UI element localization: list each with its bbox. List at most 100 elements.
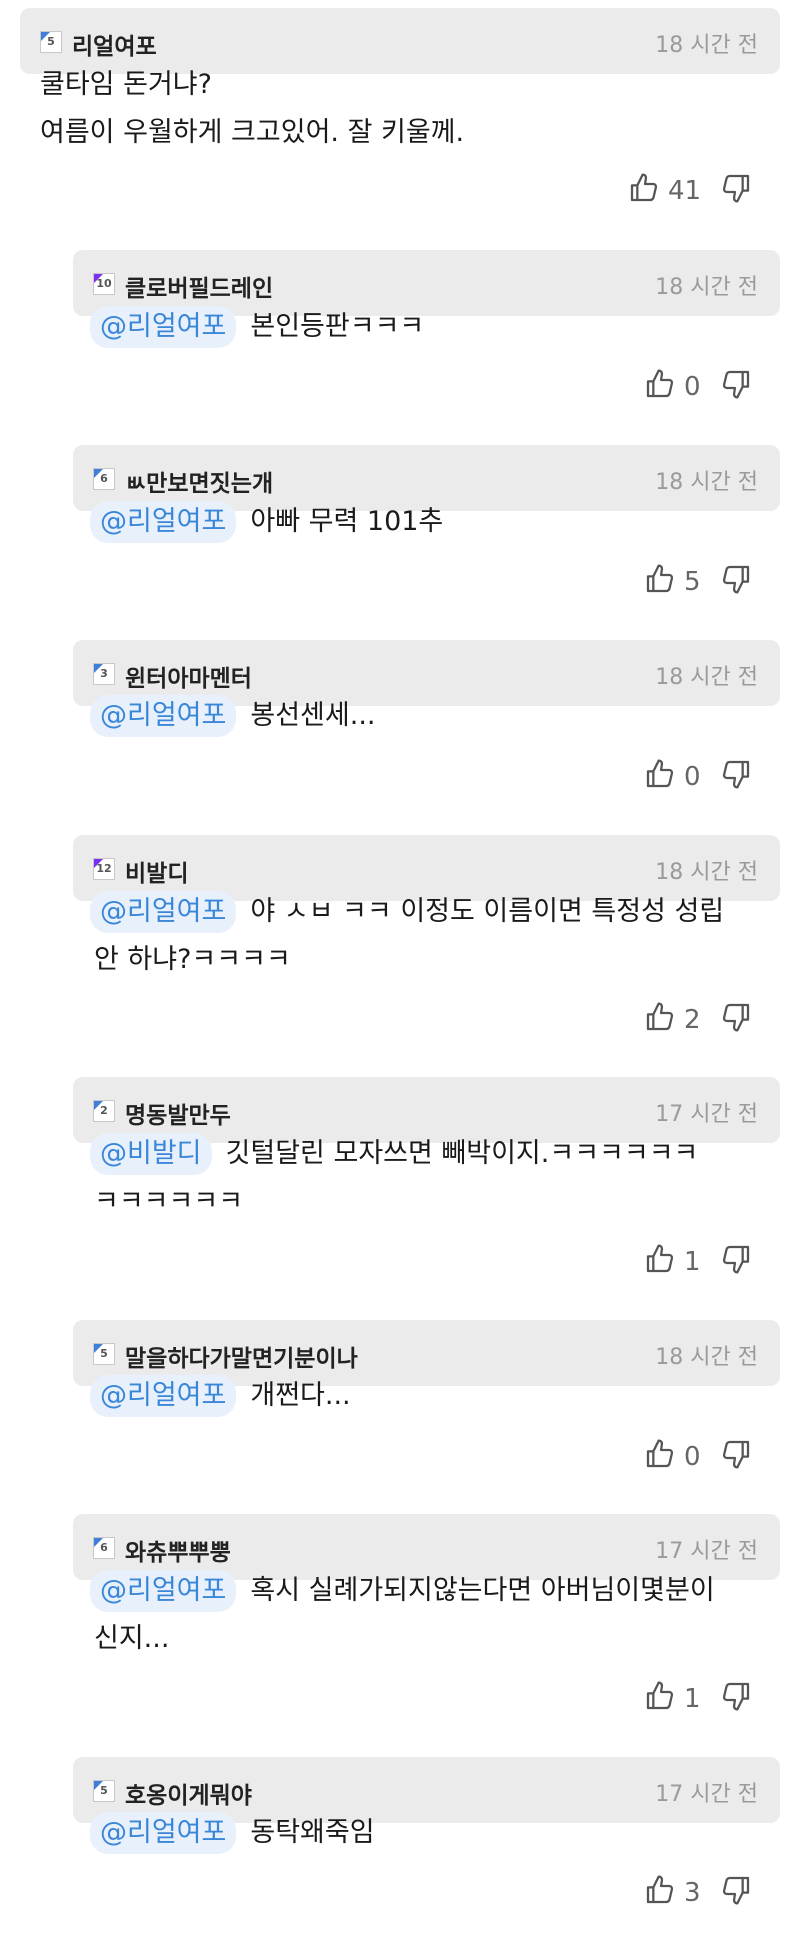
thumbs-up-icon[interactable]	[644, 1874, 676, 1906]
comment-timestamp: 18 시간 전	[655, 470, 758, 495]
comment-line: 신지...	[94, 1615, 774, 1663]
thumbs-down-icon[interactable]	[720, 563, 752, 595]
mention-tag[interactable]: @리얼여포	[90, 695, 237, 737]
user-level-badge: 10	[93, 273, 115, 295]
like-count: 0	[684, 1442, 701, 1472]
vote-bar: 41	[0, 172, 800, 212]
comment-text: 개쩐다...	[250, 1380, 351, 1411]
vote-bar: 0	[0, 1438, 800, 1478]
comment-line: @리얼여포 혹시 실례가되지않는다면 아버님이몇분이	[90, 1567, 774, 1615]
comment-text: 본인등판ㅋㅋㅋ	[250, 311, 425, 342]
author-name[interactable]: 클로버필드레인	[125, 269, 273, 303]
comment-timestamp: 17 시간 전	[655, 1539, 758, 1564]
comment-line: @리얼여포 동탁왜죽임	[90, 1809, 774, 1857]
author-name[interactable]: 호옹이게뭐야	[125, 1776, 252, 1810]
comment-timestamp: 17 시간 전	[655, 1782, 758, 1807]
comment-text: 아빠 무력 101추	[250, 506, 444, 537]
comment-text: 신지...	[94, 1623, 170, 1654]
user-level-badge: 5	[40, 31, 62, 53]
thumbs-up-icon[interactable]	[644, 1243, 676, 1275]
thumbs-up-icon[interactable]	[644, 368, 676, 400]
thumbs-down-icon[interactable]	[720, 1438, 752, 1470]
user-level-number: 5	[47, 35, 55, 48]
thumbs-up-icon[interactable]	[644, 1680, 676, 1712]
author-name[interactable]: 윈터아마멘터	[125, 659, 252, 693]
comment-line: ㅋㅋㅋㅋㅋㅋ	[94, 1178, 774, 1226]
user-level-badge: 12	[93, 858, 115, 880]
user-level-badge: 5	[93, 1780, 115, 1802]
user-level-badge: 3	[93, 663, 115, 685]
comment-body: 쿨타임 돈거냐? 여름이 우월하게 크고있어. 잘 키울께.	[40, 61, 760, 157]
thumbs-down-icon[interactable]	[720, 368, 752, 400]
author-name[interactable]: 리얼여포	[72, 27, 157, 61]
comment-timestamp: 18 시간 전	[655, 275, 758, 300]
thumbs-down-icon[interactable]	[720, 1001, 752, 1033]
vote-bar: 5	[0, 563, 800, 603]
comment-body: @리얼여포 야 ㅅㅂ ㅋㅋ 이정도 이름이면 특정성 성립안 하냐?ㅋㅋㅋㅋ	[90, 888, 774, 984]
author-name[interactable]: 말을하다가말면기분이나	[125, 1339, 358, 1373]
user-level-number: 5	[100, 1347, 108, 1360]
comment-text: 안 하냐?ㅋㅋㅋㅋ	[94, 944, 291, 975]
user-level-badge: 2	[93, 1100, 115, 1122]
author-name[interactable]: 와츄뿌뿌뿡	[125, 1533, 231, 1567]
user-level-number: 6	[100, 1541, 108, 1554]
user-level-number: 3	[100, 667, 108, 680]
comment-body: @리얼여포 혹시 실례가되지않는다면 아버님이몇분이신지...	[90, 1567, 774, 1663]
comment-body: @비발디 깃털달린 모자쓰면 빼박이지.ㅋㅋㅋㅋㅋㅋㅋㅋㅋㅋㅋㅋ	[90, 1130, 774, 1226]
author-name[interactable]: 명동발만두	[125, 1096, 231, 1130]
thumbs-down-icon[interactable]	[720, 758, 752, 790]
comment-timestamp: 17 시간 전	[655, 1102, 758, 1127]
comment-line: @리얼여포 아빠 무력 101추	[90, 498, 774, 546]
mention-tag[interactable]: @리얼여포	[90, 1570, 237, 1612]
author-name[interactable]: 비발디	[125, 854, 188, 888]
mention-tag[interactable]: @리얼여포	[90, 306, 237, 348]
comment-thread: 5 리얼여포 18 시간 전 쿨타임 돈거냐? 여름이 우월하게 크고있어. 잘 키울께…	[0, 0, 800, 1945]
thumbs-up-icon[interactable]	[628, 172, 660, 204]
thumbs-up-icon[interactable]	[644, 758, 676, 790]
comment-text: 동탁왜죽임	[250, 1817, 375, 1848]
vote-bar: 0	[0, 368, 800, 408]
comment-line: 여름이 우월하게 크고있어. 잘 키울께.	[40, 109, 760, 157]
user-level-number: 6	[100, 472, 108, 485]
mention-tag[interactable]: @리얼여포	[90, 891, 237, 933]
comment-text: 봉선센세...	[250, 700, 376, 731]
comment-timestamp: 18 시간 전	[655, 665, 758, 690]
thumbs-up-icon[interactable]	[644, 563, 676, 595]
comment-text: 혹시 실례가되지않는다면 아버님이몇분이	[250, 1575, 715, 1606]
like-count: 0	[684, 762, 701, 792]
comment-body: @리얼여포 개쩐다...	[90, 1372, 774, 1420]
like-count: 5	[684, 567, 701, 597]
comment-line: @리얼여포 개쩐다...	[90, 1372, 774, 1420]
thumbs-down-icon[interactable]	[720, 1243, 752, 1275]
comment-body: @리얼여포 본인등판ㅋㅋㅋ	[90, 303, 774, 351]
like-count: 1	[684, 1247, 701, 1277]
comment-text: ㅋㅋㅋㅋㅋㅋ	[94, 1186, 244, 1217]
mention-tag[interactable]: @비발디	[90, 1133, 212, 1175]
thumbs-up-icon[interactable]	[644, 1001, 676, 1033]
thumbs-up-icon[interactable]	[644, 1438, 676, 1470]
like-count: 41	[668, 176, 702, 206]
like-count: 2	[684, 1005, 701, 1035]
comment-line: 쿨타임 돈거냐?	[40, 61, 760, 109]
user-level-badge: 6	[93, 468, 115, 490]
vote-bar: 2	[0, 1001, 800, 1041]
comment-line: @리얼여포 야 ㅅㅂ ㅋㅋ 이정도 이름이면 특정성 성립	[90, 888, 774, 936]
comment-text: 여름이 우월하게 크고있어. 잘 키울께.	[40, 117, 465, 148]
user-level-badge: 5	[93, 1343, 115, 1365]
vote-bar: 1	[0, 1243, 800, 1283]
comment-timestamp: 18 시간 전	[655, 1345, 758, 1370]
thumbs-down-icon[interactable]	[720, 1680, 752, 1712]
comment-line: 안 하냐?ㅋㅋㅋㅋ	[94, 936, 774, 984]
mention-tag[interactable]: @리얼여포	[90, 1375, 237, 1417]
comment-body: @리얼여포 동탁왜죽임	[90, 1809, 774, 1857]
author-name[interactable]: ㅄ만보면짓는개	[125, 464, 273, 498]
user-level-number: 2	[100, 1104, 108, 1117]
mention-tag[interactable]: @리얼여포	[90, 501, 237, 543]
mention-tag[interactable]: @리얼여포	[90, 1812, 237, 1854]
comment-line: @비발디 깃털달린 모자쓰면 빼박이지.ㅋㅋㅋㅋㅋㅋ	[90, 1130, 774, 1178]
thumbs-down-icon[interactable]	[720, 1874, 752, 1906]
thumbs-down-icon[interactable]	[720, 172, 752, 204]
comment-timestamp: 18 시간 전	[655, 33, 758, 58]
comment-body: @리얼여포 아빠 무력 101추	[90, 498, 774, 546]
comment-line: @리얼여포 봉선센세...	[90, 692, 774, 740]
